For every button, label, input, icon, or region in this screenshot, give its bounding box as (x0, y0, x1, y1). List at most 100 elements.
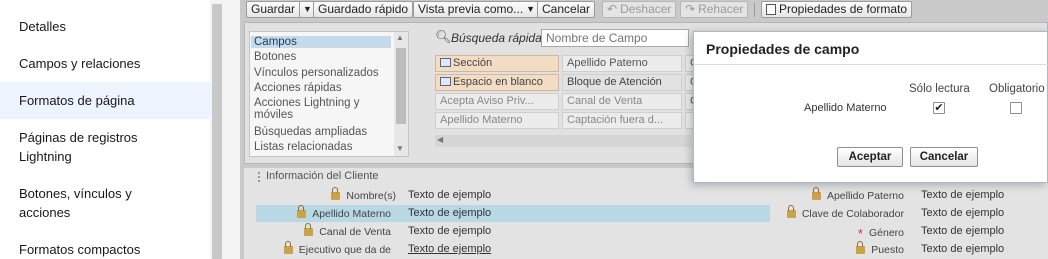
blank-space-icon (440, 77, 451, 86)
palette-category[interactable]: Búsquedas ampliadas (251, 126, 391, 138)
palette-tile-field[interactable]: Apellido Paterno (562, 55, 682, 72)
tile-label: Espacio en blanco (453, 76, 543, 88)
preview-label: Vista previa como... (418, 2, 524, 16)
palette-tile-blank-space[interactable]: Espacio en blanco (435, 74, 559, 91)
palette-category[interactable]: Botones (251, 51, 391, 63)
field-label[interactable]: Clave de Colaborador (786, 205, 904, 220)
field-value: Texto de ejemplo (921, 207, 1005, 219)
sidebar-item-formatos-compactos[interactable]: Formatos compactos (0, 240, 210, 259)
sidebar-scrollbar-thumb[interactable] (212, 4, 222, 259)
cancel-dialog-button[interactable]: Cancelar (910, 147, 978, 167)
accept-button[interactable]: Aceptar (837, 147, 903, 167)
undo-label: Deshacer (620, 2, 672, 16)
chevron-down-icon: ▼ (526, 4, 536, 14)
palette-category-list: Campos Botones Vínculos personalizados A… (249, 31, 409, 157)
readonly-column-header: Sólo lectura (909, 83, 970, 95)
sidebar-item-label: Botones, vínculos y acciones (19, 186, 132, 220)
required-icon: * (857, 226, 863, 241)
required-column-header: Obligatorio (989, 83, 1045, 95)
lock-icon (283, 241, 293, 254)
field-value: Texto de ejemplo (408, 243, 492, 255)
palette-tile-field[interactable]: Acepta Aviso Priv... (435, 93, 559, 110)
palette-category[interactable]: Acciones rápidas (251, 82, 391, 94)
layout-properties-label: Propiedades de formato (779, 2, 908, 16)
field-label[interactable]: Nombre(s) (331, 187, 396, 202)
field-label[interactable]: Canal de Venta (304, 223, 391, 238)
field-label[interactable]: Ejecutivo que da de (283, 241, 391, 256)
lock-icon (304, 223, 314, 236)
required-checkbox[interactable] (1010, 102, 1022, 114)
redo-button[interactable]: ↷ Rehacer (680, 1, 749, 18)
field-label[interactable]: Puesto (856, 241, 904, 256)
palette-category[interactable]: Listas relacionadas (251, 141, 391, 153)
lock-icon (297, 205, 307, 218)
tile-label: Sección (453, 57, 493, 69)
palette-tile-section[interactable]: Sección (435, 55, 559, 72)
quick-save-button[interactable]: Guardado rápido (313, 1, 414, 18)
palette-tile-field[interactable]: Canal de Venta (562, 93, 682, 110)
field-label[interactable]: * Género (858, 226, 904, 241)
toolbar-divider (754, 3, 755, 17)
scroll-up-icon[interactable]: ▲ (396, 33, 404, 42)
lock-icon (856, 241, 866, 254)
sidebar-item-botones[interactable]: Botones, vínculos y acciones (0, 184, 210, 222)
quick-search-label: Búsqueda rápida (451, 31, 542, 45)
palette-tile-field[interactable]: Bloque de Atención (562, 74, 682, 91)
scroll-down-icon[interactable]: ▼ (396, 144, 404, 153)
lock-icon (811, 187, 821, 200)
undo-icon: ↶ (607, 2, 618, 16)
sidebar-item-campos[interactable]: Campos y relaciones (0, 54, 210, 73)
field-label[interactable]: Apellido Paterno (811, 187, 904, 202)
sidebar-item-label: Detalles (19, 19, 66, 34)
gutter (224, 0, 240, 259)
lock-icon (786, 205, 796, 218)
field-label[interactable]: Apellido Materno (297, 205, 391, 220)
quick-save-label: Guardado rápido (318, 2, 409, 16)
save-label: Guardar (251, 2, 296, 16)
sidebar-item-paginas-lightning[interactable]: Páginas de registros Lightning (0, 128, 210, 166)
palette-category[interactable]: Campos (251, 36, 391, 48)
field-properties-dialog: Propiedades de campo Sólo lectura Obliga… (693, 31, 1048, 183)
field-value: Texto de ejemplo (408, 207, 492, 219)
sidebar-item-formatos-pagina[interactable]: Formatos de página (0, 82, 210, 119)
sidebar-item-label: Páginas de registros Lightning (19, 130, 138, 164)
undo-button[interactable]: ↶ Deshacer (602, 1, 677, 18)
palette-category[interactable]: Vínculos personalizados (251, 67, 391, 79)
section-icon (440, 58, 451, 67)
dialog-header: Propiedades de campo (694, 32, 1048, 65)
dialog-title: Propiedades de campo (706, 41, 860, 57)
field-value: Texto de ejemplo (921, 189, 1005, 201)
toolbar-divider (594, 3, 595, 17)
readonly-checkbox[interactable]: ✔ (933, 102, 945, 114)
field-value: Texto de ejemplo (921, 225, 1005, 237)
section-title[interactable]: Información del Cliente (266, 170, 379, 182)
cancel-button[interactable]: Cancelar (537, 1, 596, 18)
field-value: Texto de ejemplo (408, 225, 492, 237)
palette-horizontal-scrollbar[interactable]: ◀ (435, 135, 691, 147)
sidebar-item-label: Formatos de página (19, 93, 135, 108)
cancel-label: Cancelar (542, 2, 591, 16)
properties-icon (766, 4, 776, 15)
palette-category[interactable]: Acciones Lightning y móviles (251, 97, 391, 121)
drag-handle-icon[interactable] (258, 172, 262, 182)
palette-tile-field[interactable]: Captación fuera d... (562, 112, 682, 129)
save-button[interactable]: Guardar ▼ (246, 1, 317, 18)
quick-search-input[interactable] (541, 29, 689, 47)
search-icon: 🔍︎ (435, 29, 452, 44)
scroll-left-icon[interactable]: ◀ (437, 135, 443, 144)
editor-toolbar: Guardar ▼ Guardado rápido Vista previa c… (240, 0, 1048, 20)
category-scrollbar-thumb[interactable] (396, 48, 406, 124)
category-scrollbar[interactable]: ▲ ▼ (394, 32, 408, 156)
layout-properties-button[interactable]: Propiedades de formato (761, 1, 913, 18)
dialog-field-name: Apellido Materno (804, 102, 887, 114)
redo-icon: ↷ (685, 2, 696, 16)
checkmark-icon: ✔ (934, 102, 944, 114)
palette-tile-field[interactable]: Apellido Materno (435, 112, 559, 129)
sidebar-item-detalles[interactable]: Detalles (0, 17, 210, 36)
sidebar-item-label: Formatos compactos (19, 242, 141, 257)
chevron-down-icon[interactable]: ▼ (299, 2, 312, 17)
sidebar-item-label: Campos y relaciones (19, 56, 141, 71)
lock-icon (331, 187, 341, 200)
redo-label: Rehacer (698, 2, 744, 16)
preview-as-button[interactable]: Vista previa como... ▼ (413, 1, 541, 18)
